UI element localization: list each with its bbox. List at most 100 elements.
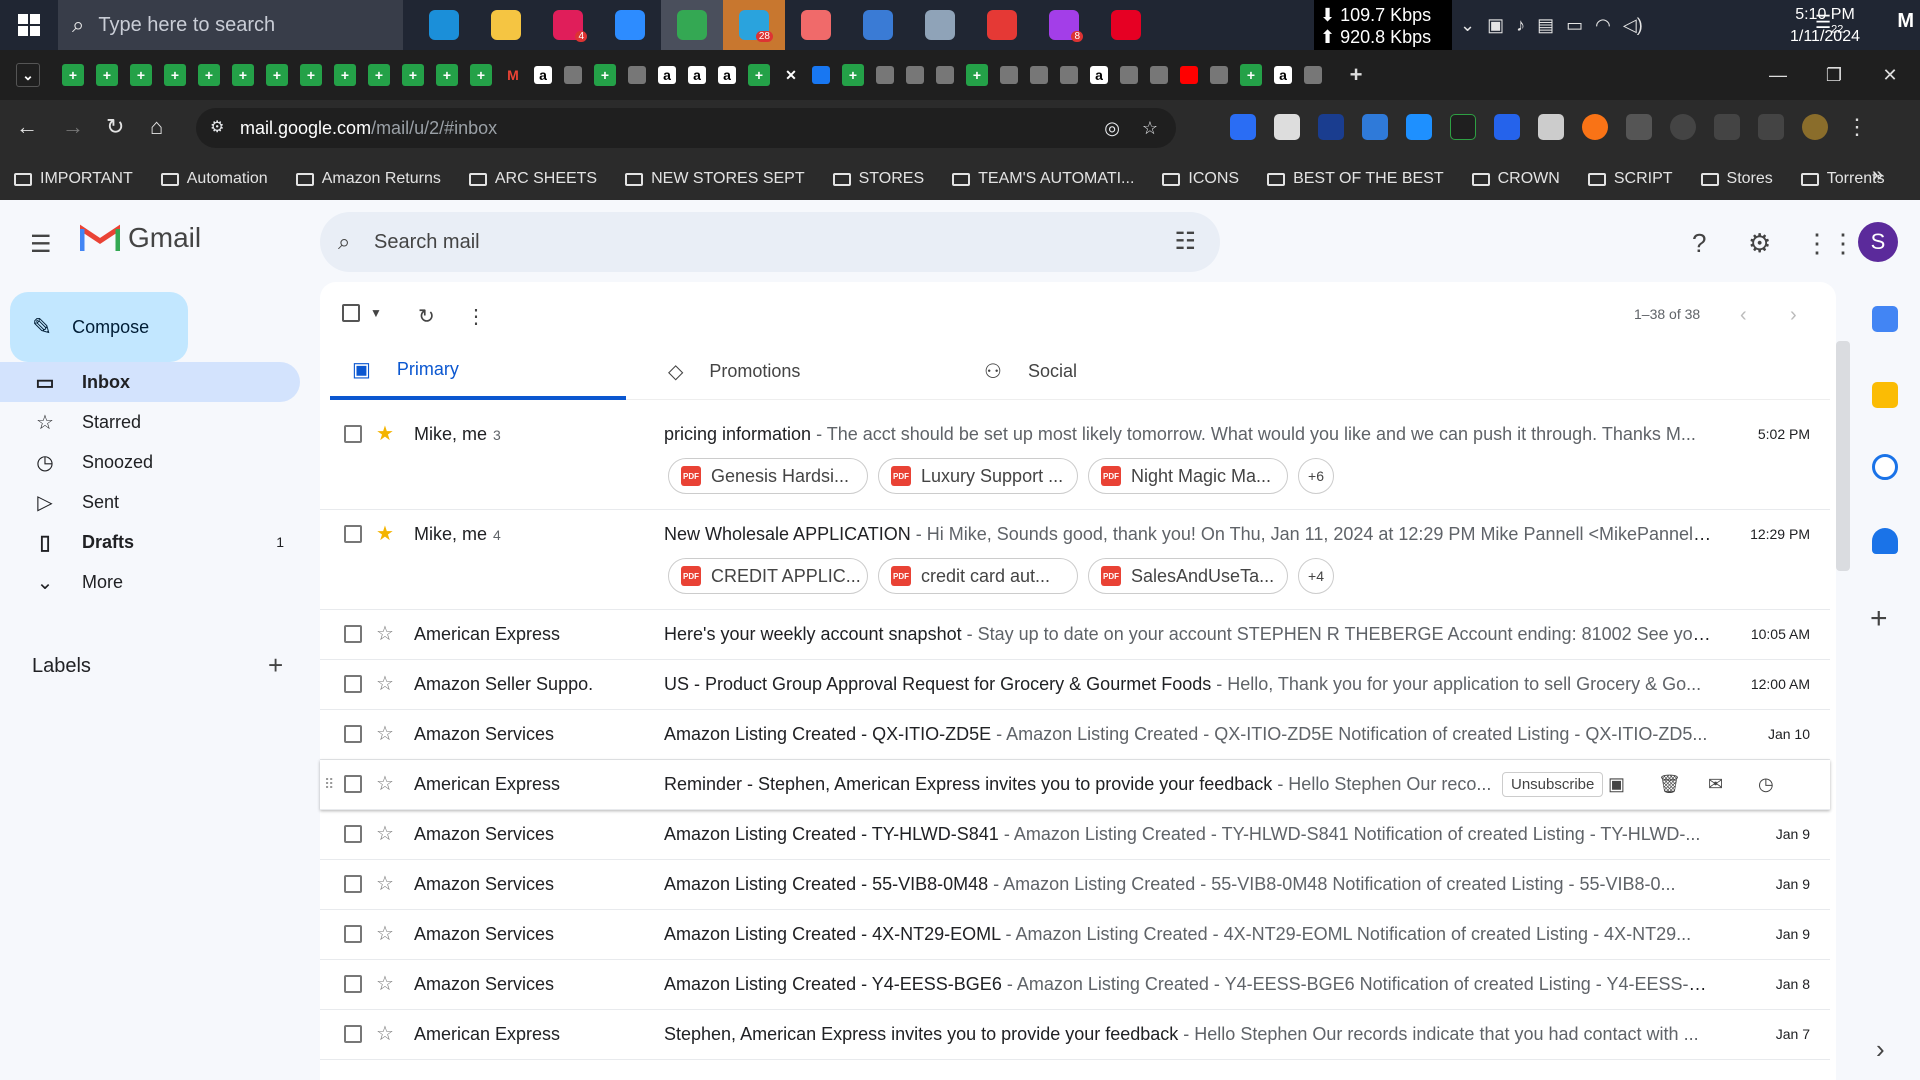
settings-gear-icon[interactable]: ⚙: [1748, 228, 1771, 259]
refresh-icon[interactable]: ↻: [418, 304, 435, 329]
forward-icon[interactable]: →: [62, 114, 84, 140]
email-row[interactable]: ★ Mike, me 3 pricing information - The acct…: [320, 410, 1830, 510]
email-row[interactable]: ☆ American Express Stephen, American Expre…: [320, 1010, 1830, 1060]
home-icon[interactable]: ⌂: [150, 114, 163, 140]
star-icon[interactable]: ☆: [376, 921, 394, 946]
row-checkbox[interactable]: [344, 1025, 362, 1043]
extension-icon[interactable]: [1274, 114, 1300, 140]
email-row[interactable]: ☆ Amazon Services Amazon Listing Created -…: [320, 860, 1830, 910]
browser-tab-amazon-icon[interactable]: a: [534, 66, 552, 84]
taskbar-app-pinterest[interactable]: [1095, 0, 1157, 50]
tab-social[interactable]: ⚇ Social: [962, 342, 1258, 400]
contacts-icon[interactable]: [1872, 528, 1898, 554]
row-checkbox[interactable]: [344, 625, 362, 643]
browser-tab-g-icon[interactable]: [1120, 66, 1138, 84]
back-icon[interactable]: ←: [16, 114, 38, 140]
search-icon[interactable]: ⌕: [338, 212, 350, 272]
mic-icon[interactable]: ♪: [1516, 15, 1525, 36]
select-all-checkbox[interactable]: [342, 304, 360, 322]
media-icon[interactable]: [1714, 114, 1740, 140]
sidebar-item-drafts[interactable]: ▯ Drafts 1: [0, 522, 300, 562]
expand-panel-icon[interactable]: ›: [1876, 1034, 1885, 1065]
browser-tab-sheet-icon[interactable]: +: [594, 64, 616, 86]
bookmark-folder[interactable]: ARC SHEETS: [468, 170, 597, 188]
attachment-chip[interactable]: PDF SalesAndUseTa...: [1088, 558, 1288, 594]
start-button[interactable]: [0, 0, 58, 50]
browser-tab-chart-icon[interactable]: [628, 66, 646, 84]
star-icon[interactable]: ☆: [376, 721, 394, 746]
taskbar-search[interactable]: ⌕ Type here to search: [58, 0, 403, 50]
drag-handle-icon[interactable]: ⠿: [324, 776, 334, 793]
restore-icon[interactable]: ❐: [1806, 50, 1862, 100]
bookmark-folder[interactable]: Amazon Returns: [295, 170, 441, 188]
new-tab-icon[interactable]: +: [1344, 62, 1368, 87]
search-options-icon[interactable]: ☷: [1174, 212, 1196, 272]
profile-avatar-icon[interactable]: [1802, 114, 1828, 140]
browser-tab-amazon-icon[interactable]: a: [1090, 66, 1108, 84]
list-scrollbar[interactable]: [1836, 341, 1850, 571]
extension-icon[interactable]: [1494, 114, 1520, 140]
bookmark-folder[interactable]: SCRIPT: [1587, 170, 1673, 188]
star-icon[interactable]: ☆: [376, 871, 394, 896]
bookmark-folder[interactable]: TEAM'S AUTOMATI...: [952, 170, 1134, 188]
keep-icon[interactable]: [1872, 382, 1898, 408]
wifi-icon[interactable]: ◠: [1595, 15, 1611, 36]
taskbar-app-slack[interactable]: 4: [537, 0, 599, 50]
browser-tab-g-icon[interactable]: [1030, 66, 1048, 84]
browser-tab-sheet-icon[interactable]: +: [436, 64, 458, 86]
extension-icon[interactable]: [1538, 114, 1564, 140]
browser-tab-sheet-icon[interactable]: +: [368, 64, 390, 86]
gmail-logo[interactable]: Gmail: [80, 222, 201, 254]
star-icon[interactable]: ★: [376, 521, 394, 546]
next-page-icon[interactable]: ›: [1790, 304, 1797, 327]
volume-icon[interactable]: ◁): [1623, 15, 1643, 36]
browser-tab-sheet-icon[interactable]: +: [164, 64, 186, 86]
bookmarks-overflow-icon[interactable]: »: [1872, 164, 1883, 187]
browser-tab-sheet-icon[interactable]: +: [966, 64, 988, 86]
row-checkbox[interactable]: [344, 975, 362, 993]
browser-tab-sheet-icon[interactable]: +: [1240, 64, 1262, 86]
row-checkbox[interactable]: [344, 525, 362, 543]
taskbar-app-zoom[interactable]: [599, 0, 661, 50]
extension-icon[interactable]: [1582, 114, 1608, 140]
tasks-icon[interactable]: [1872, 454, 1898, 480]
taskbar-app-chrome[interactable]: [661, 0, 723, 50]
browser-tab-fb-icon[interactable]: [812, 66, 830, 84]
email-row[interactable]: ☆ Amazon Seller Suppo. US - Product Group …: [320, 660, 1830, 710]
more-options-icon[interactable]: ⋮: [466, 304, 486, 329]
close-tab-icon[interactable]: ✕: [782, 66, 800, 84]
extension-icon[interactable]: [1362, 114, 1388, 140]
browser-tab-tool-icon[interactable]: [564, 66, 582, 84]
sidebar-item-more[interactable]: ⌄ More: [0, 562, 300, 602]
row-checkbox[interactable]: [344, 425, 362, 443]
browser-tab-sheet-icon[interactable]: +: [62, 64, 84, 86]
archive-icon[interactable]: ▣: [1608, 774, 1625, 795]
site-info-icon[interactable]: ⚙: [210, 108, 224, 148]
browser-tab-sheet-icon[interactable]: +: [748, 64, 770, 86]
minimize-icon[interactable]: —: [1750, 50, 1806, 100]
browser-tab-sheet-icon[interactable]: +: [842, 64, 864, 86]
select-dropdown-icon[interactable]: ▼: [370, 306, 382, 320]
star-icon[interactable]: ☆: [376, 771, 394, 796]
browser-tab-amazon-icon[interactable]: a: [1274, 66, 1292, 84]
bookmark-folder[interactable]: BEST OF THE BEST: [1267, 170, 1444, 188]
browser-tab-sheet-icon[interactable]: +: [130, 64, 152, 86]
reload-icon[interactable]: ↻: [106, 114, 124, 140]
tab-promotions[interactable]: ◇ Promotions: [646, 342, 942, 400]
taskbar-app-edge[interactable]: [413, 0, 475, 50]
row-checkbox[interactable]: [344, 725, 362, 743]
url-input[interactable]: ⚙ mail.google.com/mail/u/2/#inbox ◎ ☆: [196, 108, 1176, 148]
browser-tab-sheet-icon[interactable]: +: [232, 64, 254, 86]
browser-tab-g-icon[interactable]: [1150, 66, 1168, 84]
bookmark-folder[interactable]: Stores: [1700, 170, 1773, 188]
extension-icon[interactable]: [1450, 114, 1476, 140]
row-checkbox[interactable]: [344, 775, 362, 793]
profile-icon[interactable]: M: [1897, 10, 1914, 33]
browser-tab-sheet-icon[interactable]: +: [334, 64, 356, 86]
sidepanel-icon[interactable]: [1758, 114, 1784, 140]
close-icon[interactable]: ✕: [1862, 50, 1918, 100]
battery-icon[interactable]: ▭: [1566, 15, 1583, 36]
browser-tab-amazon-icon[interactable]: a: [718, 66, 736, 84]
main-menu-icon[interactable]: ☰: [30, 230, 52, 259]
browser-tab-sheet-icon[interactable]: +: [198, 64, 220, 86]
